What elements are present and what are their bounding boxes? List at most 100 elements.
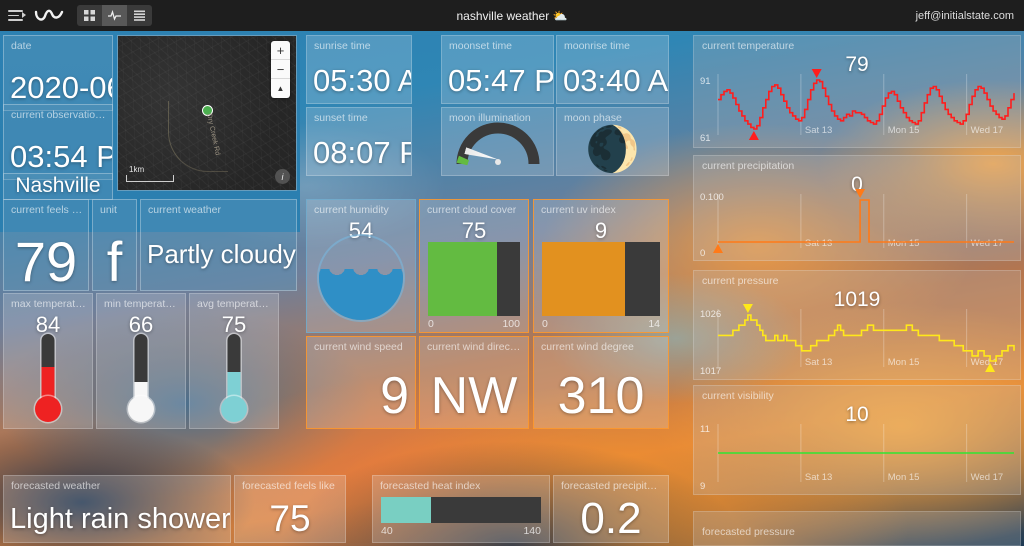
tile-city[interactable]: Nashville [3,173,113,200]
tile-value: 0.2 [580,494,642,543]
tile-value: 2020-06-18 [10,70,112,105]
tiles-view-button[interactable] [77,5,102,26]
thermometer-max [35,334,61,422]
tile-label: current wind direction [427,341,523,353]
tile-label: min temperature [104,298,180,310]
tile-wind-speed[interactable]: current wind speed 9 [306,336,416,429]
tile-sunset-time[interactable]: sunset time 08:07 PM [306,107,412,176]
lines-view-button[interactable] [127,5,152,26]
tile-value: 08:07 PM [313,135,411,170]
tile-value: 05:30 AM [313,63,411,98]
tile-forecasted-heat-index[interactable]: forecasted heat index 40 140 [372,475,550,543]
map-scale-label: 1km [129,165,145,174]
tile-wind-degree[interactable]: current wind degree 310 [533,336,669,429]
dashboard-root: nashville weather ⛅ jeff@initialstate.co… [0,0,1024,546]
tile-moon-phase[interactable]: moon phase 🌒 [556,107,669,176]
tile-avg-temperature[interactable]: avg temperature 75 [189,293,279,429]
tile-cloud-cover[interactable]: current cloud cover 75 0 100 [419,199,529,333]
tile-label: forecasted weather [11,480,101,492]
tile-humidity[interactable]: current humidity 54 [306,199,416,333]
tile-label: current humidity [314,204,389,216]
tile-label: current weather [148,204,221,216]
tile-forecasted-weather[interactable]: forecasted weather Light rain shower [3,475,231,543]
svg-text:Wed 17: Wed 17 [971,238,1004,249]
tile-moonset-time[interactable]: moonset time 05:47 PM [441,35,554,104]
zoom-in-button[interactable]: + [271,41,290,60]
compass-button[interactable]: ▲ [271,79,290,98]
chart-label: forecasted pressure [702,526,795,538]
map-info-icon[interactable]: i [275,169,290,184]
tile-value: 310 [557,367,645,425]
hamburger-icon[interactable] [8,9,26,22]
bar-min-label: 40 [381,525,393,537]
tile-map[interactable]: Dry Creek Rd + − ▲ 1km i [117,35,297,191]
chart-current-pressure[interactable]: current pressure 1019 1026 1017 Sat 13 Mo… [693,270,1021,380]
tile-value: Nashville [15,174,101,197]
tile-label: forecasted heat index [380,480,481,492]
tile-label: unit [100,204,117,216]
tile-label: moonrise time [564,40,630,52]
tile-value: Partly cloudy [147,239,296,269]
tile-uv-index[interactable]: current uv index 9 0 14 [533,199,669,333]
bar-max-label: 140 [523,525,541,537]
tile-moonrise-time[interactable]: moonrise time 03:40 AM [556,35,669,104]
chart-current-visibility[interactable]: current visibility 10 11 9 Sat 13 Mon 15 W… [693,385,1021,495]
tile-max-temperature[interactable]: max temperature 84 [3,293,93,429]
tile-label: sunset time [314,112,368,124]
thermometer-avg [221,334,247,422]
tile-label: date [11,40,32,52]
tile-label: forecasted precipitati... [561,480,663,492]
tile-forecasted-precipitation[interactable]: forecasted precipitati... 0.2 [553,475,669,543]
user-email[interactable]: jeff@initialstate.com [916,10,1014,22]
tile-value: 75 [269,498,311,539]
sun-behind-cloud-icon: ⛅ [552,8,568,23]
tile-date[interactable]: date 2020-06-18 [3,35,113,111]
wave-logo[interactable] [34,7,64,24]
tile-min-temperature[interactable]: min temperature 66 [96,293,186,429]
chart-forecasted-pressure[interactable]: forecasted pressure [693,511,1021,546]
svg-text:Wed 17: Wed 17 [971,125,1004,136]
thermometer-min [128,334,154,422]
svg-text:Wed 17: Wed 17 [971,357,1004,368]
tile-value: 05:47 PM [448,63,554,98]
tile-value: 9 [594,218,608,243]
uv-index-bar: 0 14 [542,242,660,330]
svg-text:Mon 15: Mon 15 [888,238,920,249]
tile-value: Light rain shower [10,503,231,535]
chart-current-temperature[interactable]: current temperature 79 91 61 Sat 13 Mon 1… [693,35,1021,148]
svg-text:Mon 15: Mon 15 [888,357,920,368]
tile-label: moon phase [564,112,622,124]
moon-phase-icon: 🌒 [585,125,640,174]
page-title: nashville weather ⛅ [0,9,1024,23]
tile-unit[interactable]: unit f [92,199,137,291]
tile-forecasted-feels-like[interactable]: forecasted feels like 75 [234,475,346,543]
tile-label: current wind speed [314,341,403,353]
tile-label: avg temperature [197,298,273,310]
cloud-cover-bar: 0 100 [428,242,520,330]
tile-label: max temperature [11,298,87,310]
tile-observation-time[interactable]: current observation ti... 03:54 PM [3,104,113,180]
tile-label: sunrise time [314,40,371,52]
tile-value: 79 [14,230,78,291]
map-zoom-controls: + − ▲ [271,41,290,98]
forecasted-heat-index-bar: 40 140 [381,497,541,537]
tile-moon-illumination[interactable]: moon illumination [441,107,554,176]
tile-sunrise-time[interactable]: sunrise time 05:30 AM [306,35,412,104]
tile-label: current cloud cover [427,204,517,216]
tile-value: f [106,230,123,291]
view-toggle-group [77,5,152,26]
tile-current-weather[interactable]: current weather Partly cloudy [140,199,297,291]
chart-current-precipitation[interactable]: current precipitation 0 0.100 0 Sat 13 Mo… [693,155,1021,261]
map-scale-bar: 1km [126,165,174,182]
waves-view-button[interactable] [102,5,127,26]
svg-text:Sat 13: Sat 13 [805,357,832,368]
tile-wind-direction[interactable]: current wind direction NW [419,336,529,429]
tile-value: 03:54 PM [10,139,112,174]
humidity-liquid-gauge [317,234,405,322]
zoom-out-button[interactable]: − [271,60,290,79]
svg-text:Sat 13: Sat 13 [805,125,832,136]
bar-min-label: 0 [542,318,548,330]
svg-text:Sat 13: Sat 13 [805,238,832,249]
svg-text:Wed 17: Wed 17 [971,472,1004,483]
tile-feels-like[interactable]: current feels like 79 [3,199,89,291]
